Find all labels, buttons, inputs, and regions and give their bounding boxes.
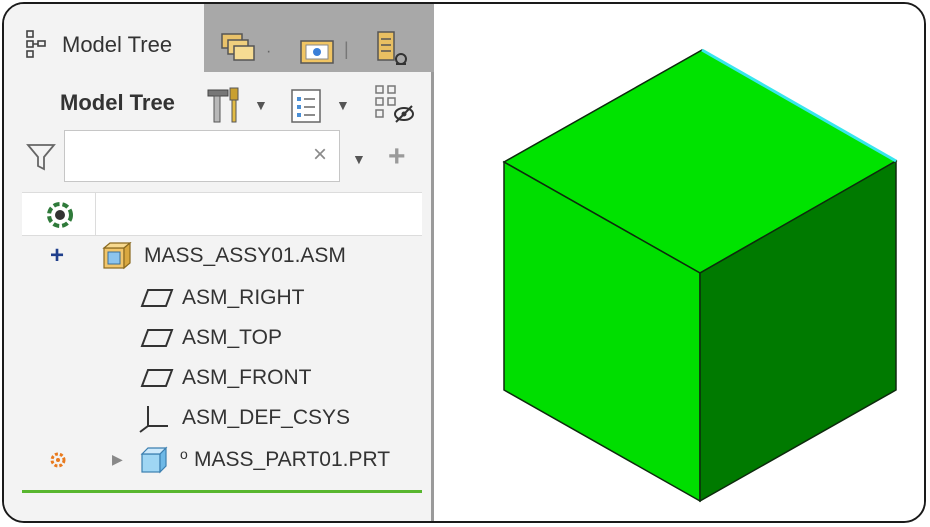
- tools-dropdown-icon[interactable]: ▼: [254, 98, 268, 112]
- tree-row[interactable]: ASM_RIGHT: [4, 278, 424, 318]
- datum-plane-icon: [140, 369, 174, 387]
- datum-plane-icon: [140, 289, 174, 307]
- tools-icon[interactable]: [206, 86, 242, 126]
- favorites-icon[interactable]: [374, 30, 412, 68]
- part-icon: [140, 446, 168, 474]
- plus-icon[interactable]: +: [50, 244, 64, 268]
- datum-plane-icon: [140, 329, 174, 347]
- tree-settings-icon[interactable]: [46, 201, 74, 229]
- tree-item-label: ASM_DEF_CSYS: [182, 406, 351, 429]
- tree-header-row: [22, 192, 422, 236]
- search-box: ×: [64, 130, 340, 182]
- folder-browser-icon[interactable]: [300, 36, 334, 66]
- status-glyph: ᴏ: [180, 446, 188, 462]
- layers-icon[interactable]: [220, 32, 260, 66]
- model-tree-icon: [26, 30, 46, 58]
- navigator-panel: Model Tree · | Model Tree ▼ ▼ × ▼ + + MA…: [4, 4, 434, 521]
- tab-model-tree-label: Model Tree: [62, 32, 173, 57]
- filter-icon[interactable]: [26, 142, 56, 172]
- graphics-window[interactable]: [434, 4, 924, 521]
- plus-icon[interactable]: +: [388, 142, 406, 172]
- tree-item-label: ASM_RIGHT: [182, 286, 305, 309]
- status-bar-line: [22, 490, 422, 493]
- model-tree-title: Model Tree: [60, 90, 175, 115]
- close-icon[interactable]: ×: [313, 141, 327, 169]
- tree-item-label: MASS_PART01.PRT: [194, 448, 391, 471]
- navigator-tabbar: Model Tree · |: [4, 4, 434, 72]
- assembly-icon: [102, 242, 132, 270]
- tree-item-label: ASM_FRONT: [182, 366, 312, 389]
- columns-dropdown-icon[interactable]: ▼: [336, 98, 350, 112]
- expand-arrow-icon[interactable]: ▶: [112, 452, 123, 466]
- tree-item-label: ASM_TOP: [182, 326, 282, 349]
- tab-separator: ·: [266, 43, 272, 60]
- tree-row[interactable]: + MASS_ASSY01.ASM: [4, 236, 424, 276]
- tab-model-tree[interactable]: Model Tree: [4, 4, 204, 72]
- tree-row[interactable]: ASM_TOP: [4, 318, 424, 358]
- tree-item-label: MASS_ASSY01.ASM: [144, 244, 346, 267]
- csys-icon: [139, 406, 168, 433]
- tree-row[interactable]: ASM_FRONT: [4, 358, 424, 398]
- column-separator: [95, 193, 96, 235]
- search-input[interactable]: [69, 141, 303, 173]
- app-window: Model Tree · | Model Tree ▼ ▼ × ▼ + + MA…: [2, 2, 926, 523]
- show-hide-icon[interactable]: [374, 84, 418, 126]
- tree-row[interactable]: ASM_DEF_CSYS: [4, 398, 424, 438]
- regen-star-icon: [50, 452, 66, 468]
- tree-columns-icon[interactable]: [290, 88, 324, 126]
- model-view: [502, 48, 898, 503]
- tree-row[interactable]: ▶ ᴏ MASS_PART01.PRT: [4, 440, 424, 480]
- tab-separator: |: [344, 39, 349, 59]
- search-dropdown-icon[interactable]: ▼: [352, 152, 366, 166]
